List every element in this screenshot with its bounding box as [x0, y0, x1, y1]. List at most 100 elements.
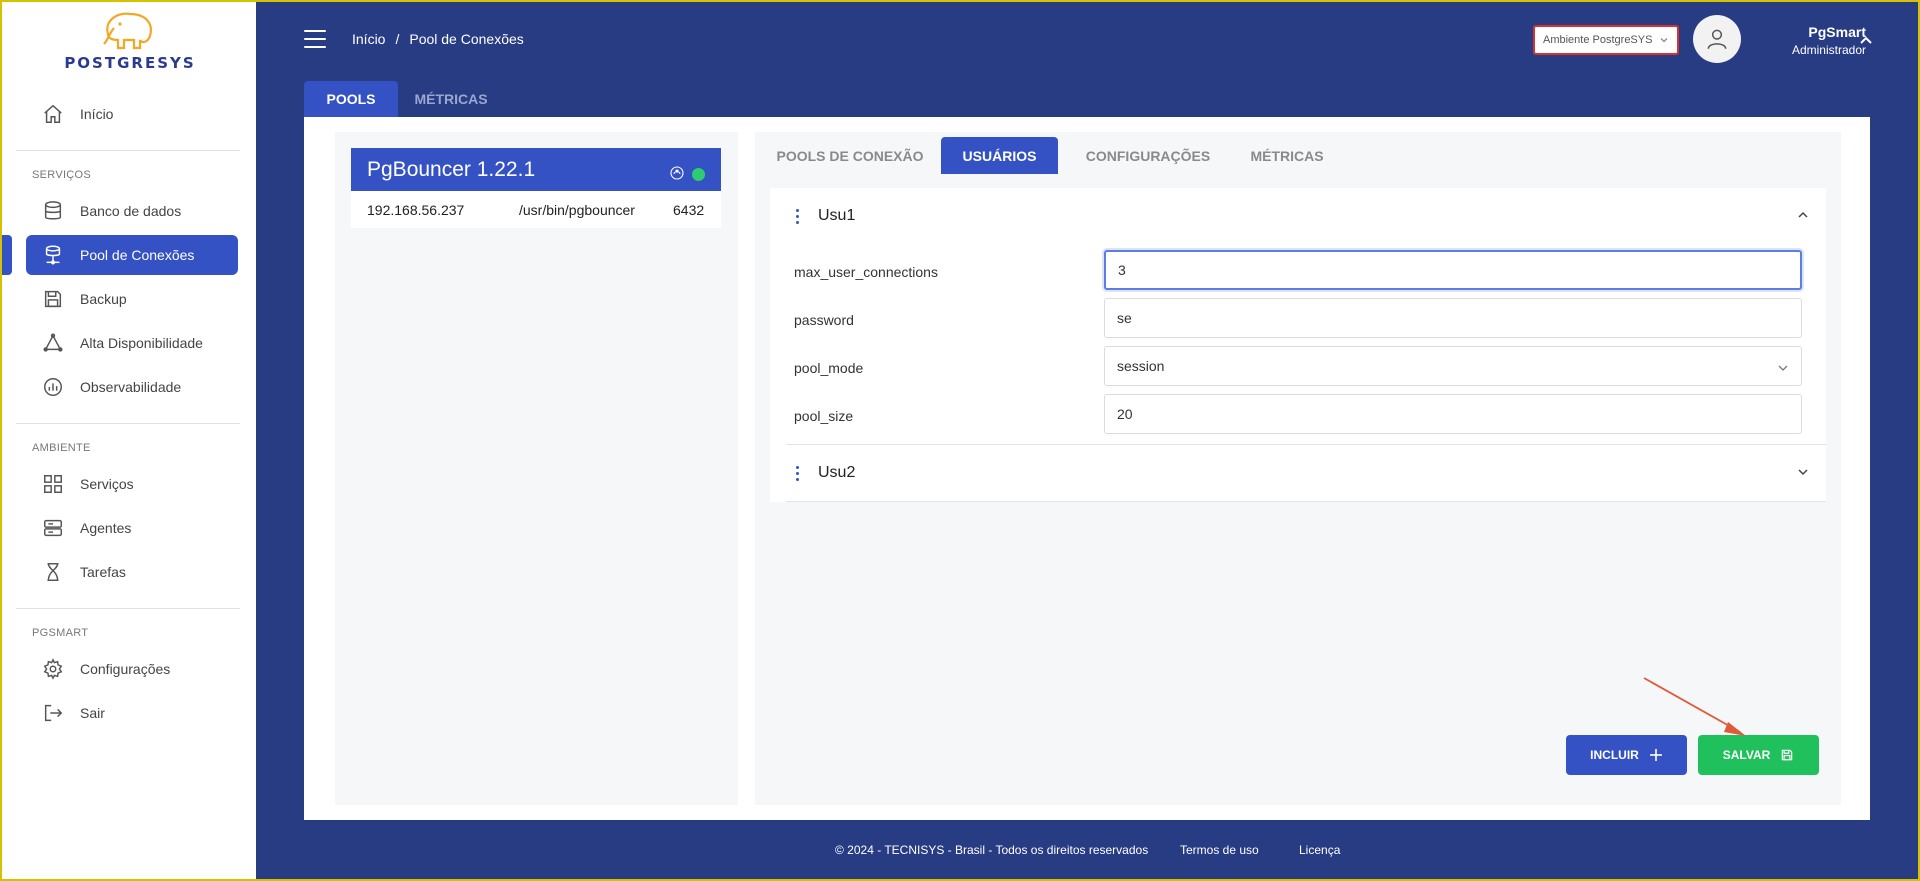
plus-icon	[1649, 749, 1662, 761]
more-vertical-icon[interactable]	[796, 465, 800, 481]
tab-pools-de-conexao[interactable]: POOLS DE CONEXÃO	[770, 137, 930, 174]
tab-metricas[interactable]: MÉTRICAS	[406, 81, 496, 117]
section-label-ambiente: AMBIENTE	[32, 442, 91, 454]
field-label-password: password	[794, 312, 854, 328]
button-label: INCLUIR	[1590, 748, 1639, 762]
active-indicator	[0, 235, 12, 275]
breadcrumb-separator: /	[395, 31, 400, 47]
sidebar-item-observabilidade[interactable]: Observabilidade	[26, 367, 238, 407]
sidebar-item-label: Sair	[80, 705, 105, 721]
footer: © 2024 - TECNISYS - Brasil - Todos os di…	[256, 843, 1920, 859]
chart-circle-icon	[40, 374, 66, 400]
input-value: 3	[1118, 262, 1126, 278]
triangle-network-icon	[40, 330, 66, 356]
pgbouncer-host: 192.168.56.237	[367, 201, 465, 218]
pgbouncer-card-header: PgBouncer 1.22.1	[351, 148, 721, 191]
menu-toggle-icon[interactable]	[304, 30, 326, 48]
save-icon	[1782, 749, 1793, 761]
user-accordion-header[interactable]: Usu1	[770, 188, 1826, 244]
user-role: Administrador	[1791, 43, 1866, 57]
database-icon	[40, 198, 66, 224]
sidebar-divider	[16, 150, 240, 151]
button-label: SALVAR	[1722, 748, 1771, 762]
breadcrumb-home[interactable]: Início	[352, 31, 385, 47]
breadcrumb: Início / Pool de Conexões	[352, 31, 524, 47]
sidebar: POSTGRESYS Início SERVIÇOS Banco de dado…	[0, 0, 256, 881]
annotation-arrow-icon	[1643, 677, 1746, 736]
logout-icon	[40, 700, 66, 726]
user-name-label: Usu1	[818, 207, 856, 224]
field-label-pool-mode: pool_mode	[794, 360, 864, 376]
tab-usuarios[interactable]: USUÁRIOS	[941, 137, 1058, 174]
pool-size-input[interactable]: 20	[1104, 394, 1802, 434]
sidebar-divider	[16, 423, 240, 424]
footer-license-link[interactable]: Licença	[1299, 843, 1340, 857]
sidebar-item-backup[interactable]: Backup	[26, 279, 238, 319]
pool-list-panel: PgBouncer 1.22.1 192.168.56.237 /usr/bin…	[335, 132, 738, 805]
pgbouncer-path: /usr/bin/pgbouncer	[519, 201, 635, 218]
environment-select[interactable]: Ambiente PostgreSYS	[1533, 25, 1679, 55]
pool-mode-select[interactable]: session	[1104, 346, 1802, 386]
max-user-connections-input[interactable]: 3	[1104, 250, 1802, 290]
pgbouncer-port: 6432	[673, 201, 705, 218]
accordion-divider	[786, 501, 1826, 502]
tab-configuracoes[interactable]: CONFIGURAÇÕES	[1073, 137, 1223, 174]
sidebar-item-label: Pool de Conexões	[80, 247, 195, 263]
connection-pool-icon	[40, 242, 66, 268]
footer-copyright: © 2024 - TECNISYS - Brasil - Todos os di…	[835, 843, 1149, 857]
sidebar-item-label: Início	[80, 106, 114, 122]
chevron-up-icon[interactable]	[1858, 32, 1874, 53]
chevron-down-icon	[1777, 361, 1789, 377]
status-online-indicator	[692, 167, 705, 181]
hourglass-icon	[40, 559, 66, 585]
elephant-small-icon	[670, 162, 684, 186]
sidebar-item-sair[interactable]: Sair	[26, 693, 238, 733]
chevron-down-icon	[1659, 35, 1669, 48]
chevron-up-icon[interactable]	[1796, 208, 1810, 227]
sidebar-item-agentes[interactable]: Agentes	[26, 508, 238, 548]
server-icon	[40, 515, 66, 541]
user-name: PgSmart	[1808, 24, 1866, 40]
more-vertical-icon[interactable]	[796, 208, 800, 224]
sidebar-item-pool-de-conexoes[interactable]: Pool de Conexões	[26, 235, 238, 275]
sidebar-item-label: Alta Disponibilidade	[80, 335, 203, 351]
input-value: se	[1117, 310, 1132, 326]
breadcrumb-current: Pool de Conexões	[409, 31, 524, 47]
sidebar-item-banco-de-dados[interactable]: Banco de dados	[26, 191, 238, 231]
password-input[interactable]: se	[1104, 298, 1802, 338]
field-label-max-user-connections: max_user_connections	[794, 264, 938, 280]
sidebar-item-label: Banco de dados	[80, 203, 182, 219]
sidebar-item-tarefas[interactable]: Tarefas	[26, 552, 238, 592]
pgbouncer-card[interactable]: PgBouncer 1.22.1 192.168.56.237 /usr/bin…	[351, 148, 721, 228]
gear-icon	[40, 656, 66, 682]
sidebar-item-label: Configurações	[80, 661, 171, 677]
user-avatar[interactable]	[1693, 15, 1741, 63]
field-label-pool-size: pool_size	[794, 408, 854, 424]
user-accordion-header[interactable]: Usu2	[770, 445, 1826, 501]
section-label-servicos: SERVIÇOS	[32, 169, 92, 181]
content-area: PgBouncer 1.22.1 192.168.56.237 /usr/bin…	[304, 117, 1870, 820]
sidebar-item-label: Serviços	[80, 476, 134, 492]
chevron-down-icon[interactable]	[1796, 465, 1810, 484]
user-name-label: Usu2	[818, 464, 856, 481]
postgresys-logo: POSTGRESYS	[40, 10, 220, 72]
users-accordion: Usu1 max_user_connections 3 password se …	[770, 188, 1826, 502]
pgbouncer-title: PgBouncer 1.22.1	[367, 157, 536, 181]
sidebar-item-label: Agentes	[80, 520, 132, 536]
user-icon	[1707, 29, 1727, 49]
tab-metricas-pool[interactable]: MÉTRICAS	[1237, 137, 1337, 174]
sidebar-item-servicos[interactable]: Serviços	[26, 464, 238, 504]
main-area: Início / Pool de Conexões Ambiente Postg…	[256, 0, 1920, 881]
save-icon	[40, 286, 66, 312]
footer-terms-link[interactable]: Termos de uso	[1180, 843, 1259, 857]
sidebar-item-label: Observabilidade	[80, 379, 182, 395]
home-icon	[40, 101, 66, 127]
sidebar-item-label: Backup	[80, 291, 127, 307]
environment-select-value: Ambiente PostgreSYS	[1543, 34, 1653, 46]
sidebar-item-inicio[interactable]: Início	[26, 94, 238, 134]
grid-icon	[40, 471, 66, 497]
tab-pools[interactable]: POOLS	[304, 81, 398, 117]
sidebar-divider	[16, 608, 240, 609]
sidebar-item-configuracoes[interactable]: Configurações	[26, 649, 238, 689]
sidebar-item-alta-disponibilidade[interactable]: Alta Disponibilidade	[26, 323, 238, 363]
